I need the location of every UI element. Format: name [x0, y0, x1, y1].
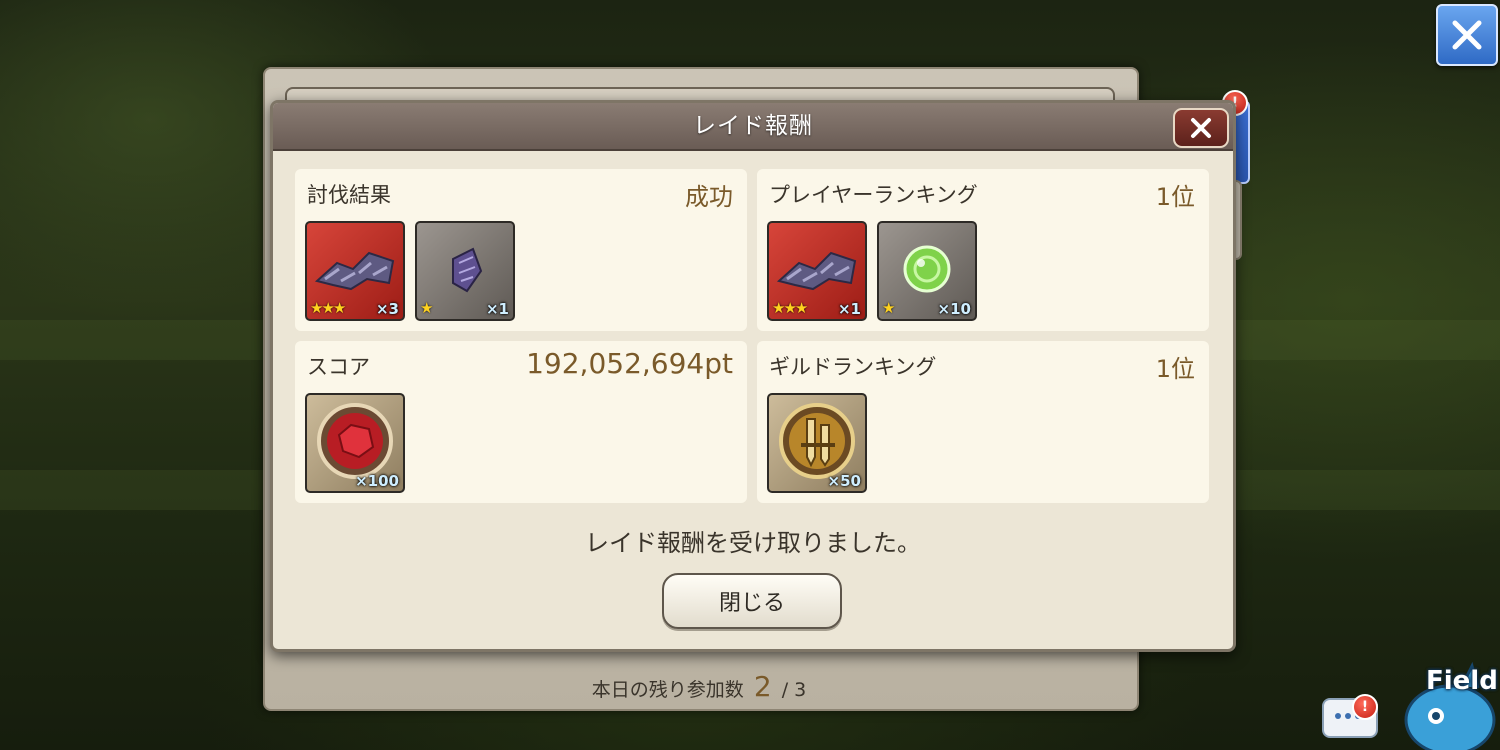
guild-ranking-label: ギルドランキング [769, 355, 937, 379]
reward-items: ★★★ ×1 ★ ×10 [767, 221, 977, 321]
remaining-label: 本日の残り参加数 [591, 679, 744, 701]
raid-reward-dialog: レイド報酬 討伐結果 成功 ★★★ ×3 ★ ×1 プレイヤーランキング 1位 … [270, 100, 1236, 652]
field-label[interactable]: Field [1426, 666, 1498, 696]
screen-close-button[interactable] [1436, 4, 1498, 66]
rarity-stars: ★★★ [310, 299, 346, 317]
item-quantity: ×3 [375, 300, 399, 318]
dialog-title: レイド報酬 [693, 113, 813, 139]
item-quantity: ×1 [837, 300, 861, 318]
remaining-count: 2 [753, 670, 772, 703]
score-card: スコア 192,052,694pt ×100 [295, 341, 747, 503]
reward-received-message: レイド報酬を受け取りました。 [585, 529, 921, 557]
item-quantity: ×50 [827, 472, 861, 490]
rarity-stars: ★ [420, 299, 434, 317]
dialog-close-button[interactable] [1173, 108, 1229, 148]
subjugation-label: 討伐結果 [307, 183, 391, 207]
reward-item[interactable]: ★★★ ×3 [305, 221, 405, 321]
chat-notification-badge: ! [1352, 694, 1378, 720]
score-value: 192,052,694pt [526, 347, 733, 380]
rarity-stars: ★★★ [772, 299, 808, 317]
remaining-total: / 3 [781, 679, 807, 701]
reward-item[interactable]: ★ ×10 [877, 221, 977, 321]
subjugation-value: 成功 [685, 183, 733, 211]
item-quantity: ×10 [937, 300, 971, 318]
item-quantity: ×100 [355, 472, 399, 490]
reward-item[interactable]: ×50 [767, 393, 867, 493]
reward-item[interactable]: ★★★ ×1 [767, 221, 867, 321]
player-ranking-label: プレイヤーランキング [769, 183, 978, 207]
close-icon [1191, 118, 1211, 138]
rarity-stars: ★ [882, 299, 896, 317]
reward-items: ×50 [767, 393, 867, 493]
reward-item[interactable]: ★ ×1 [415, 221, 515, 321]
score-label: スコア [307, 355, 370, 379]
close-button[interactable]: 閉じる [662, 573, 842, 629]
guild-ranking-card: ギルドランキング 1位 ×50 [757, 341, 1209, 503]
reward-items: ×100 [305, 393, 405, 493]
reward-items: ★★★ ×3 ★ ×1 [305, 221, 515, 321]
close-icon [1452, 20, 1482, 50]
guild-ranking-value: 1位 [1155, 355, 1195, 383]
remaining-participation: 本日の残り参加数 2 / 3 [263, 670, 1135, 703]
subjugation-result-card: 討伐結果 成功 ★★★ ×3 ★ ×1 [295, 169, 747, 331]
player-ranking-value: 1位 [1155, 183, 1195, 211]
item-quantity: ×1 [485, 300, 509, 318]
player-ranking-card: プレイヤーランキング 1位 ★★★ ×1 ★ ×10 [757, 169, 1209, 331]
reward-item[interactable]: ×100 [305, 393, 405, 493]
